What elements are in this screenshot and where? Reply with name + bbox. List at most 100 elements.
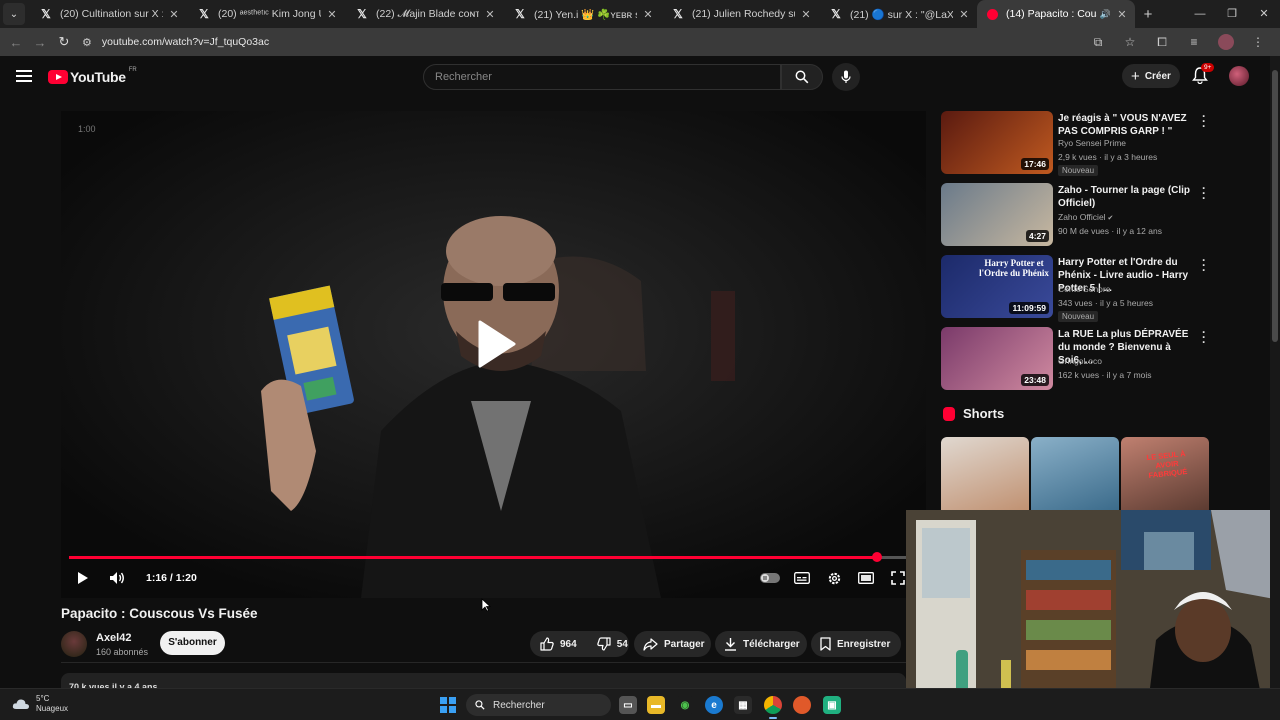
related-video-item[interactable]: Harry Potter et l'Ordre du Phénix 11:09:5… [941,254,1211,326]
download-icon [725,638,736,651]
fullscreen-button[interactable] [889,567,907,589]
mouse-cursor-icon [481,598,491,612]
subscriber-count: 160 abonnés [96,647,149,657]
close-tab-icon[interactable]: ✕ [483,8,497,21]
xbox-icon[interactable]: ◉ [676,696,694,714]
video-thumbnail[interactable]: Harry Potter et l'Ordre du Phénix 11:09:5… [941,255,1053,318]
related-video-item[interactable]: 17:46 Je réagis à " VOUS N'AVEZ PAS COMPR… [941,110,1211,182]
account-avatar[interactable] [1229,66,1249,86]
new-tab-button[interactable]: + [1135,6,1161,23]
more-actions-icon[interactable]: · · · [1201,110,1207,132]
close-tab-icon[interactable]: ✕ [167,8,181,21]
play-button[interactable] [75,567,91,589]
video-thumbnail[interactable]: 17:46 [941,111,1053,174]
task-view-icon[interactable]: ▭ [619,696,637,714]
back-icon[interactable]: ← [4,35,28,50]
tab-audio-icon[interactable]: 🔊 [1100,9,1111,20]
progress-bar[interactable] [69,552,919,562]
browser-menu-icon[interactable]: ⋮ [1242,35,1274,49]
minimize-icon[interactable]: — [1184,0,1216,28]
settings-button[interactable] [825,567,843,589]
notifications-button[interactable]: 9+ [1192,63,1215,86]
weather-widget[interactable]: 5°C Nuageux [12,694,68,714]
search-input[interactable]: Rechercher [423,64,781,90]
related-channel-name[interactable]: Zaho Officiel ✔ [1058,212,1113,222]
video-thumbnail[interactable]: 23:48 [941,327,1053,390]
close-window-icon[interactable]: ✕ [1248,0,1280,28]
new-badge: Nouveau [1058,165,1099,176]
forward-icon[interactable]: → [28,35,52,50]
short-thumbnail[interactable] [1031,437,1119,512]
share-button[interactable]: Partager [634,631,711,657]
youtube-logo[interactable]: YouTube FR [48,67,137,85]
voice-search-button[interactable] [832,63,860,91]
related-video-item[interactable]: 23:48 La RUE La plus DÉPRAVÉE du monde ? … [941,326,1211,398]
site-info-icon[interactable]: ⚙ [82,36,92,49]
cast-icon[interactable]: ⧉ [1082,35,1114,50]
big-play-icon[interactable] [477,319,517,369]
browser-tab[interactable]: (14) Papacito : Couscous Vs🔊 ✕ [977,0,1135,28]
short-thumbnail[interactable] [941,437,1029,512]
close-tab-icon[interactable]: ✕ [957,8,971,21]
restore-icon[interactable]: ❐ [1216,0,1248,28]
search-button[interactable] [781,64,823,90]
page-scrollbar[interactable] [1270,56,1280,694]
guide-menu-icon[interactable] [16,70,32,82]
related-video-title[interactable]: Zaho - Tourner la page (Clip Officiel) [1058,184,1192,210]
volume-button[interactable] [108,567,126,589]
short-thumbnail[interactable]: LE SEUL À AVOIR FABRIQUÉ [1121,437,1209,512]
video-thumbnail[interactable]: 4:27 [941,183,1053,246]
related-video-title[interactable]: Je réagis à " VOUS N'AVEZ PAS COMPRIS GA… [1058,112,1192,138]
save-button[interactable]: Enregistrer [811,631,901,657]
related-video-item[interactable]: 4:27 Zaho - Tourner la page (Clip Officie… [941,182,1211,254]
start-menu-icon[interactable] [440,697,456,713]
extensions-icon[interactable]: ⧠ [1146,35,1178,50]
browser-tab[interactable]: 𝕏 (21) Julien Rochedy sur X : "Dis ✕ [661,0,819,28]
scrollbar-thumb[interactable] [1272,70,1278,342]
create-button[interactable]: + Créer [1122,64,1180,88]
like-dislike-group: 964 54 [530,631,629,657]
more-actions-icon[interactable]: · · · [1201,326,1207,348]
video-player[interactable]: 1:00 1:16 / 1:20 [61,111,926,598]
theater-mode-button[interactable] [857,567,875,589]
related-channel-name[interactable]: Ryo Sensei Prime [1058,138,1126,148]
related-channel-name[interactable]: Conte Sonore [1058,284,1110,294]
bookmark-icon [820,637,831,651]
close-tab-icon[interactable]: ✕ [799,8,813,21]
edge-icon[interactable]: e [705,696,723,714]
more-actions-icon[interactable]: · · · [1201,254,1207,276]
browser-tab[interactable]: 𝕏 (21) 🔵 sur X : "@LaXadvance ✕ [819,0,977,28]
scrubber-handle[interactable] [871,552,882,562]
close-tab-icon[interactable]: ✕ [1115,8,1129,21]
browser-tab[interactable]: 𝕏 (20) Cultination sur X : "« C'est ✕ [29,0,187,28]
bookmark-star-icon[interactable]: ☆ [1114,35,1146,49]
related-channel-name[interactable]: GringoLoco [1058,356,1102,366]
more-actions-icon[interactable]: · · · [1201,182,1207,204]
taskbar-search[interactable]: Rechercher [466,694,611,716]
close-tab-icon[interactable]: ✕ [325,8,339,21]
autoplay-toggle[interactable] [759,567,781,589]
tab-title: (20) ᵃᵉˢᵗʰᵉᵗᶦᶜ Kim Jong Un sur X : " [218,8,321,20]
store-icon[interactable]: ▦ [734,696,752,714]
subtitles-button[interactable] [793,567,811,589]
close-tab-icon[interactable]: ✕ [641,8,655,21]
download-button[interactable]: Télécharger [715,631,807,657]
browser-tab[interactable]: 𝕏 (21) Yen.i 👑 ☘️ʏᴇʙʀ sur X : "Vo ✕ [503,0,661,28]
tab-search-menu-icon[interactable]: ⌄ [3,3,25,25]
browser-tab[interactable]: 𝕏 (20) ᵃᵉˢᵗʰᵉᵗᶦᶜ Kim Jong Un sur X : " ✕ [187,0,345,28]
reload-icon[interactable]: ↻ [52,34,76,50]
app-icon[interactable]: ▣ [823,696,841,714]
profile-avatar[interactable] [1218,34,1234,50]
channel-avatar[interactable] [61,631,87,657]
media-control-icon[interactable]: ≡ [1178,35,1210,49]
chrome-icon[interactable] [764,696,782,719]
file-explorer-icon[interactable]: ▬ [647,696,665,714]
firefox-icon[interactable] [793,696,811,714]
channel-name[interactable]: Axel42 [96,632,131,644]
autoplay-toggle-icon [760,573,780,583]
subscribe-button[interactable]: S'abonner [160,631,225,655]
like-button[interactable]: 964 [530,631,587,657]
url-field[interactable]: ⚙ youtube.com/watch?v=Jf_tquQo3ac [82,36,269,49]
browser-tab[interactable]: 𝕏 (22) 𝓜ajin Blade ᴄᴏɴᴛ™ sur X : ✕ [345,0,503,28]
dislike-button[interactable]: 54 [587,631,638,657]
